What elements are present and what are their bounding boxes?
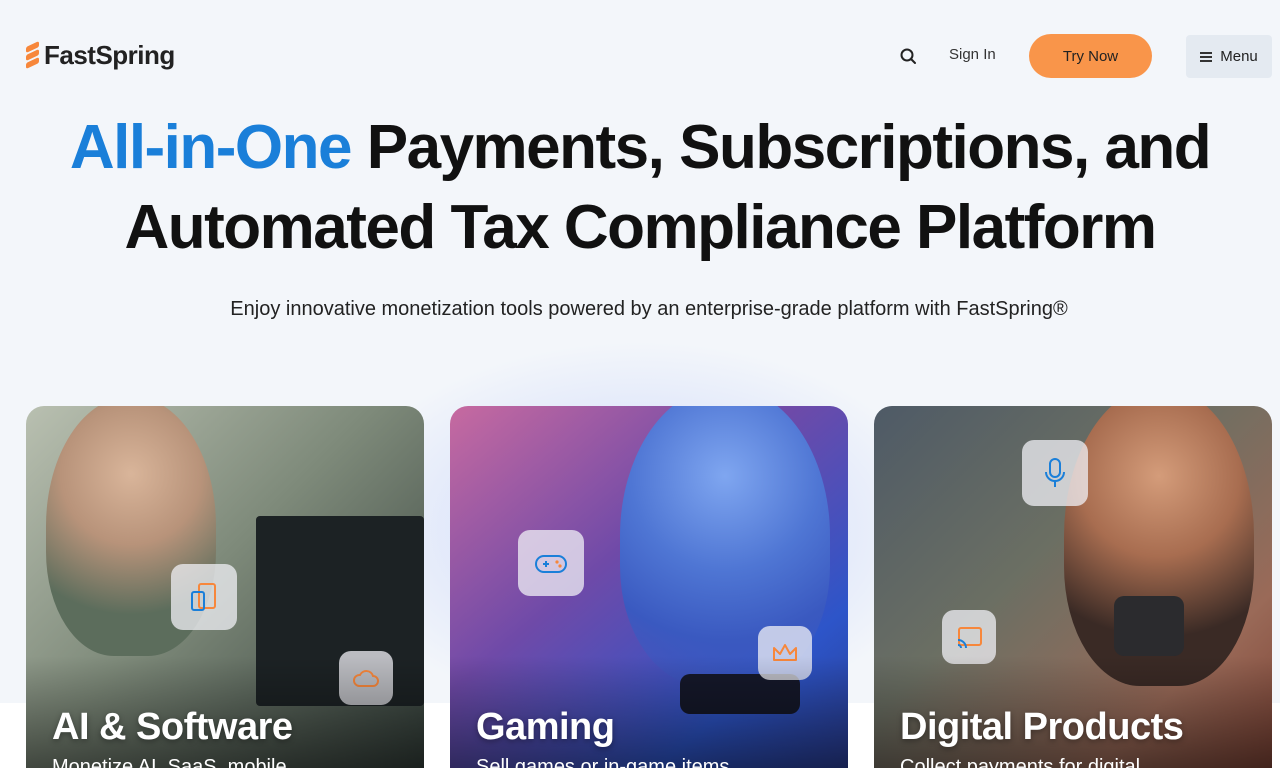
microphone-icon bbox=[1045, 458, 1065, 487]
card-description: Collect payments for digital bbox=[900, 756, 1141, 768]
hamburger-icon bbox=[1200, 51, 1213, 62]
try-now-button[interactable]: Try Now bbox=[1029, 34, 1152, 78]
search-button[interactable] bbox=[896, 44, 920, 68]
card-gaming[interactable]: Gaming Sell games or in-game items bbox=[450, 406, 848, 768]
search-icon bbox=[900, 48, 916, 64]
logo-mark-icon bbox=[26, 40, 40, 70]
sign-in-link[interactable]: Sign In bbox=[949, 46, 996, 63]
gamepad-chip bbox=[518, 530, 584, 596]
fastspring-logo[interactable]: FastSpring bbox=[26, 40, 175, 71]
card-title: AI & Software bbox=[52, 706, 293, 748]
cast-icon bbox=[957, 627, 982, 649]
card-description: Sell games or in-game items bbox=[476, 756, 730, 768]
site-header: FastSpring Sign In Try Now Menu bbox=[0, 0, 1280, 110]
card-title: Digital Products bbox=[900, 706, 1184, 748]
card-digital-products[interactable]: Digital Products Collect payments for di… bbox=[874, 406, 1272, 768]
microphone-chip bbox=[1022, 440, 1088, 506]
menu-button[interactable]: Menu bbox=[1186, 35, 1272, 78]
devices-chip bbox=[171, 564, 237, 630]
gamepad-icon bbox=[535, 555, 567, 573]
hero-subtitle: Enjoy innovative monetization tools powe… bbox=[230, 298, 1068, 320]
logo-text: FastSpring bbox=[44, 40, 175, 70]
card-title: Gaming bbox=[476, 706, 615, 748]
devices-icon bbox=[191, 583, 216, 611]
microphone-photo bbox=[1114, 596, 1184, 656]
card-description: Monetize AI, SaaS, mobile bbox=[52, 756, 287, 768]
card-ai-software[interactable]: AI & Software Monetize AI, SaaS, mobile bbox=[26, 406, 424, 768]
menu-label: Menu bbox=[1220, 48, 1258, 65]
hero-title-accent: All-in-One bbox=[69, 113, 353, 182]
hero-title: All-in-One Payments, Subscriptions, and … bbox=[0, 108, 1280, 268]
